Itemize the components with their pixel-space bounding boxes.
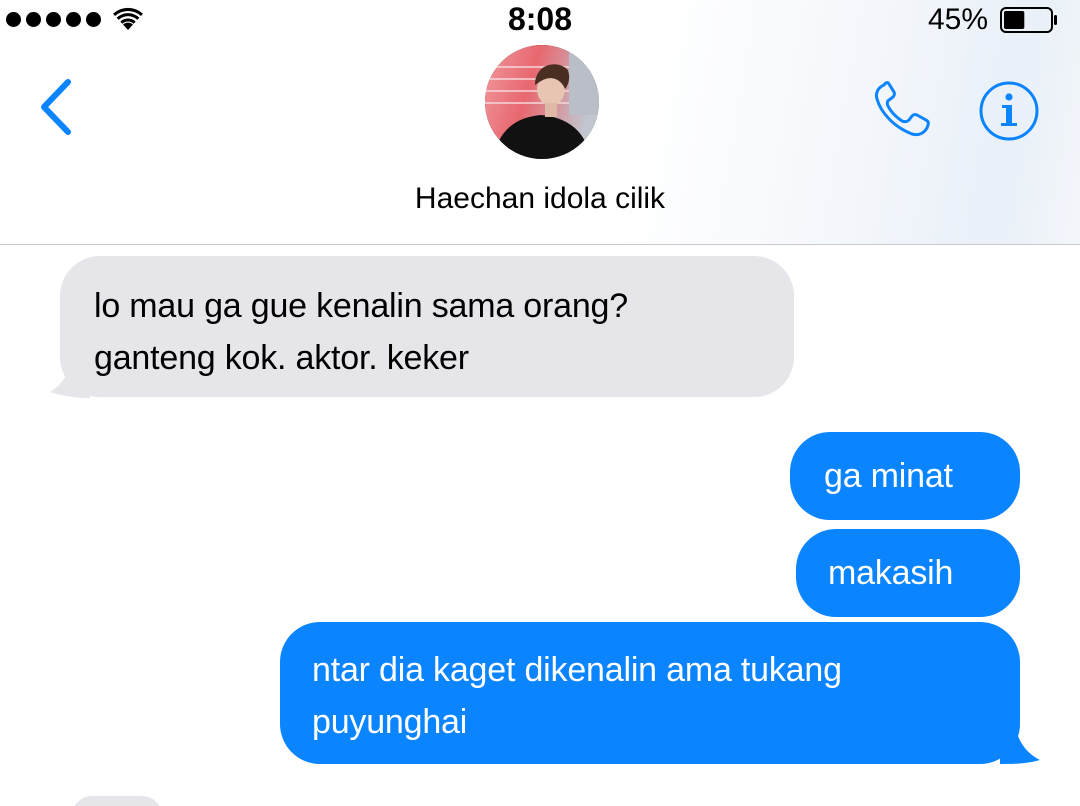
incoming-message-bubble-partial[interactable]: [72, 796, 162, 806]
message-text-line: ga minat: [824, 457, 953, 495]
battery-icon: [1000, 7, 1057, 33]
battery-percentage: 45%: [927, 3, 988, 36]
contact-name[interactable]: Haechan idola cilik: [0, 182, 1080, 216]
outgoing-message-bubble[interactable]: ntar dia kaget dikenalin ama tukang puyu…: [280, 622, 1020, 764]
outgoing-message-bubble[interactable]: makasih: [796, 529, 1020, 617]
conversation-header: 8:08 45% Haechan idola cilik: [0, 0, 1080, 245]
message-text-line: puyunghai: [312, 703, 468, 741]
message-text-line: makasih: [828, 554, 954, 592]
incoming-message-bubble[interactable]: lo mau ga gue kenalin sama orang? ganten…: [60, 256, 794, 397]
clock: 8:08: [507, 1, 573, 37]
outgoing-message-bubble[interactable]: ga minat: [790, 432, 1020, 520]
contact-avatar[interactable]: [485, 45, 599, 159]
avatar-photo: [485, 45, 599, 159]
back-chevron-icon[interactable]: [36, 78, 76, 136]
message-text-line: ntar dia kaget dikenalin ama tukang: [312, 651, 842, 689]
message-text-line: lo mau ga gue kenalin sama orang?: [94, 287, 628, 325]
status-bar: 8:08 45%: [0, 0, 1080, 44]
phone-icon[interactable]: [872, 80, 936, 138]
messages-screen: 8:08 45% Haechan idola cilik lo mau ga g…: [0, 0, 1080, 806]
info-icon[interactable]: [978, 80, 1040, 142]
message-text-line: ganteng kok. aktor. keker: [94, 339, 469, 377]
